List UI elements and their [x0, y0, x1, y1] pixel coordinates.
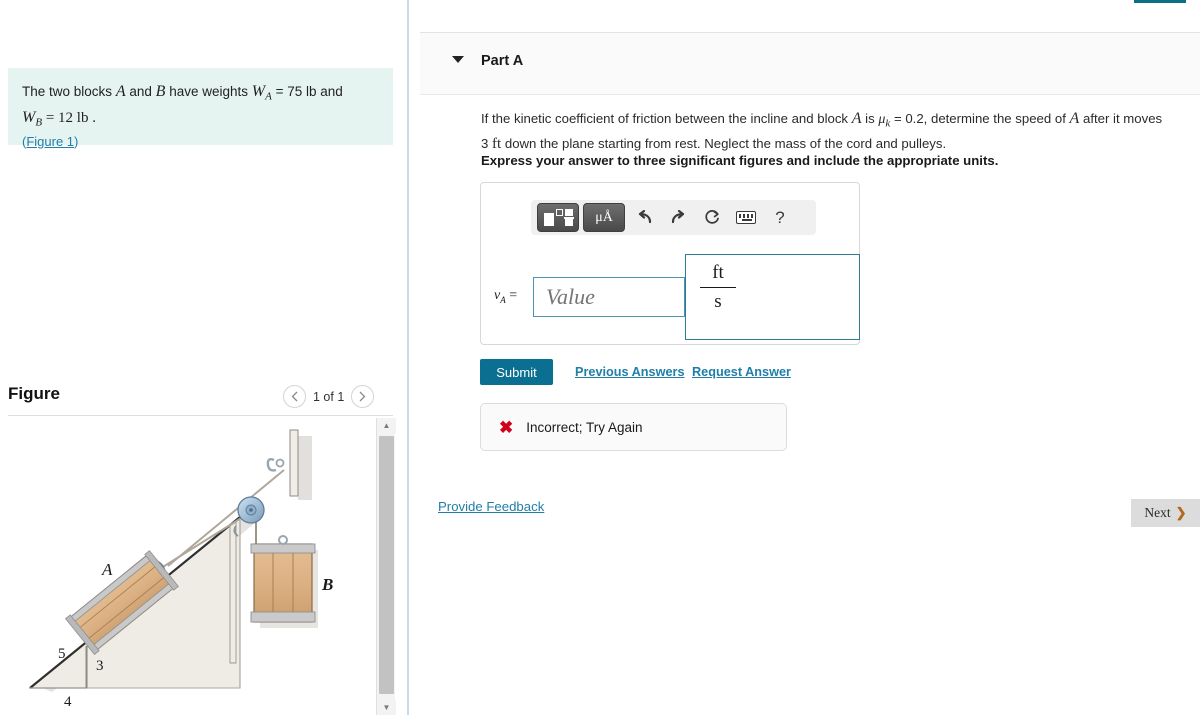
problem-wb-symbol: W [22, 108, 36, 126]
micro-angstrom-icon: μÅ [595, 209, 613, 225]
question-text: If the kinetic coefficient of friction b… [481, 107, 1171, 156]
submit-button[interactable]: Submit [480, 359, 553, 385]
problem-wa-subscript: A [265, 90, 272, 103]
unit-fraction-bar [700, 286, 736, 289]
figure-label-hyp: 5 [58, 646, 66, 662]
question-text-end: down the plane starting from rest. Negle… [504, 135, 947, 151]
next-button[interactable]: Next ❯ [1131, 499, 1200, 527]
question-mu-subscript: k [885, 117, 891, 130]
scroll-up-arrow-icon[interactable]: ▲ [377, 418, 396, 433]
x-mark-icon: ✖ [499, 417, 514, 437]
figure-scrollbar[interactable]: ▲ ▼ [376, 418, 396, 715]
figure-image: A B 5 3 4 [8, 418, 376, 715]
scroll-down-arrow-icon[interactable]: ▼ [377, 700, 396, 715]
figure-1-link[interactable]: Figure 1 [26, 134, 74, 149]
redo-button[interactable] [663, 203, 693, 232]
answer-variable-label: vA = [494, 288, 517, 305]
request-answer-link[interactable]: Request Answer [692, 365, 791, 379]
unit-fraction: ft s [700, 261, 736, 314]
question-text-mid2: = 0.2, determine the speed of [893, 111, 1066, 126]
caret-down-icon[interactable] [452, 56, 464, 63]
incline-pulley-diagram: A B 5 3 4 [28, 429, 333, 710]
problem-text-part-1: The two blocks [22, 84, 113, 99]
part-a-title: Part A [481, 53, 524, 69]
question-instruction: Express your answer to three significant… [481, 153, 999, 168]
figure-label-b: B [321, 575, 333, 594]
question-text-pre: If the kinetic coefficient of friction b… [481, 111, 849, 126]
refresh-circular-arrow-icon [704, 210, 719, 224]
unit-denominator: s [714, 291, 722, 313]
question-unit-ft: ft [492, 135, 502, 152]
shapes-icon [543, 208, 574, 227]
problem-wa-symbol: W [251, 83, 266, 100]
figure-section-title: Figure [8, 384, 60, 403]
provide-feedback-link[interactable]: Provide Feedback [438, 499, 544, 514]
figure-label-rise: 3 [96, 658, 104, 674]
problem-wb-value: = 12 lb . [45, 109, 96, 126]
undo-button[interactable] [629, 203, 659, 232]
unit-numerator: ft [712, 262, 724, 283]
problem-var-b: B [155, 83, 166, 100]
chevron-right-icon: ❯ [1175, 505, 1187, 520]
figure-reference: (Figure 1) [22, 134, 78, 149]
figure-scrollbar-thumb[interactable] [379, 436, 394, 694]
answer-entry-panel: μÅ ? vA = Value ft s [480, 182, 860, 345]
help-button[interactable]: ? [765, 203, 795, 232]
problem-wa-value: = 75 lb and [275, 84, 343, 99]
answer-toolbar: μÅ ? [531, 200, 816, 235]
previous-answers-link[interactable]: Previous Answers [575, 365, 685, 379]
top-tab-underline [1134, 0, 1186, 3]
question-var-a-2: A [1069, 110, 1080, 127]
feedback-message-text: Incorrect; Try Again [526, 419, 643, 435]
answer-value-input[interactable] [533, 277, 685, 317]
figure-page-label: 1 of 1 [313, 389, 345, 404]
problem-text-part-2: and [129, 84, 152, 99]
left-panel: The two blocks A and B have weights WA =… [0, 0, 408, 715]
next-button-label: Next [1144, 505, 1171, 520]
question-mark-icon: ? [775, 207, 785, 227]
figure-label-run: 4 [64, 694, 72, 710]
problem-wb-subscript: B [35, 116, 43, 129]
answer-equals-sign: = [509, 288, 518, 303]
problem-statement-text: The two blocks A and B have weights WA =… [22, 80, 379, 131]
problem-text-part-3: have weights [169, 84, 249, 99]
part-a-header[interactable] [420, 33, 1200, 95]
chevron-left-icon [291, 391, 298, 402]
figure-divider [8, 415, 393, 416]
answer-variable-subscript: A [500, 294, 506, 305]
redo-arrow-icon [671, 210, 684, 224]
figure-label-a: A [101, 560, 113, 579]
template-shapes-button[interactable] [537, 203, 579, 232]
problem-var-a: A [115, 83, 126, 100]
undo-arrow-icon [638, 210, 651, 224]
question-text-mid1: is [865, 111, 875, 126]
feedback-message-box: ✖ Incorrect; Try Again [480, 403, 787, 451]
problem-statement-panel: The two blocks A and B have weights WA =… [8, 68, 393, 149]
figure-ref-close: ) [74, 134, 79, 150]
reset-button[interactable] [697, 203, 727, 232]
question-var-a-1: A [851, 110, 862, 127]
chevron-right-icon [359, 391, 366, 402]
column-divider [407, 0, 409, 715]
figure-next-button[interactable] [351, 385, 375, 408]
page-root: The two blocks A and B have weights WA =… [0, 0, 1200, 715]
keyboard-button[interactable] [731, 203, 761, 232]
keyboard-icon [736, 211, 756, 224]
answer-unit-field[interactable]: ft s [685, 254, 860, 340]
figure-pager: 1 of 1 [283, 385, 375, 408]
figure-prev-button[interactable] [283, 385, 306, 408]
units-button[interactable]: μÅ [583, 203, 625, 232]
